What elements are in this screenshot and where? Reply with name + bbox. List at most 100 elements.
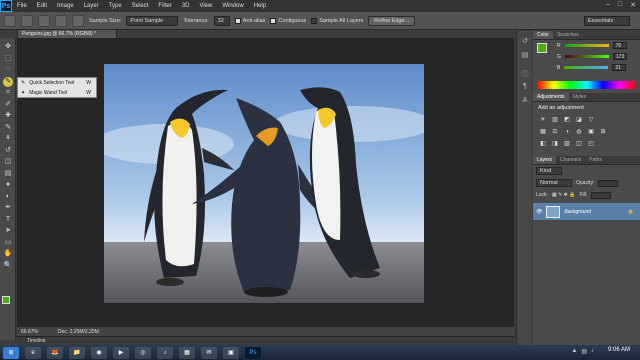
blue-slider[interactable] bbox=[564, 66, 609, 69]
type-icon[interactable]: T bbox=[3, 215, 13, 225]
mail-icon[interactable]: ✉ bbox=[201, 346, 217, 359]
menu-layer[interactable]: Layer bbox=[79, 3, 104, 9]
menu-window[interactable]: Window bbox=[217, 3, 248, 9]
tab-adjustments[interactable]: Adjustments bbox=[533, 93, 569, 101]
color-spectrum-bar[interactable] bbox=[537, 81, 636, 89]
exposure-icon[interactable]: ◪ bbox=[575, 116, 583, 124]
photoshop-logo[interactable]: Ps bbox=[0, 0, 12, 12]
hand-icon[interactable]: ✋ bbox=[3, 249, 13, 259]
invert-icon[interactable]: ◧ bbox=[539, 140, 547, 148]
quick-selection-icon[interactable]: ✎ bbox=[3, 76, 13, 87]
green-value[interactable]: 173 bbox=[612, 53, 627, 60]
blend-mode-select[interactable]: Normal bbox=[536, 179, 572, 187]
history-brush-icon[interactable]: ↺ bbox=[3, 146, 13, 156]
explorer-icon[interactable]: 📁 bbox=[69, 346, 85, 359]
brightness-icon[interactable]: ☀ bbox=[539, 116, 547, 124]
workspace-select[interactable]: Essentials bbox=[584, 16, 630, 26]
zoom-icon[interactable]: 🔍 bbox=[3, 261, 13, 271]
maximize-button[interactable]: □ bbox=[618, 1, 622, 9]
volume-icon[interactable]: ♪ bbox=[591, 348, 594, 355]
character-icon[interactable]: A bbox=[520, 97, 530, 107]
menu-3d[interactable]: 3D bbox=[177, 3, 195, 9]
gradient-icon[interactable]: ▤ bbox=[3, 169, 13, 179]
sample-size-select[interactable]: Point Sample bbox=[126, 15, 179, 26]
media-player-icon[interactable]: ▶ bbox=[113, 346, 129, 359]
brush-icon[interactable]: ✎ bbox=[3, 123, 13, 133]
minimize-button[interactable]: – bbox=[606, 1, 610, 9]
menu-file[interactable]: File bbox=[12, 3, 32, 9]
music-icon[interactable]: ♪ bbox=[157, 346, 173, 359]
firefox-icon[interactable]: 🦊 bbox=[47, 346, 63, 359]
network-icon[interactable]: ▤ bbox=[581, 348, 587, 355]
zoom-level[interactable]: 66.67% bbox=[21, 329, 38, 335]
refine-edge-button[interactable]: Refine Edge... bbox=[368, 15, 416, 26]
vibrance-icon[interactable]: ▽ bbox=[587, 116, 595, 124]
green-slider[interactable] bbox=[564, 55, 609, 58]
blue-value[interactable]: 21 bbox=[612, 64, 627, 71]
black-white-icon[interactable]: ◑ bbox=[563, 128, 571, 136]
layer-row-background[interactable]: 👁 Background 🔒 bbox=[533, 203, 640, 220]
move-icon[interactable]: ✥ bbox=[3, 42, 13, 52]
photoshop-taskbar-icon[interactable]: Ps bbox=[245, 346, 261, 359]
tab-styles[interactable]: Styles bbox=[569, 93, 591, 101]
crop-icon[interactable]: ⌗ bbox=[3, 88, 13, 98]
menu-type[interactable]: Type bbox=[104, 3, 127, 9]
photo-filter-icon[interactable]: ◍ bbox=[575, 128, 583, 136]
flyout-item-magic-wand[interactable]: ✦ Magic Wand Tool W bbox=[18, 88, 96, 98]
pen-icon[interactable]: ✒ bbox=[3, 203, 13, 213]
contiguous-checkbox[interactable]: Contiguous bbox=[270, 17, 306, 24]
new-selection-icon[interactable] bbox=[21, 14, 33, 27]
doc-size-info[interactable]: Doc: 2.25M/2.25M bbox=[58, 329, 99, 335]
shape-icon[interactable]: ▭ bbox=[3, 238, 13, 248]
channel-mixer-icon[interactable]: ▣ bbox=[587, 128, 595, 136]
anti-alias-checkbox[interactable]: Anti-alias bbox=[234, 17, 265, 24]
marquee-icon[interactable]: ⬚ bbox=[3, 54, 13, 64]
opacity-input[interactable] bbox=[598, 179, 619, 187]
blur-icon[interactable]: ● bbox=[3, 180, 13, 190]
subtract-selection-icon[interactable] bbox=[55, 14, 67, 27]
red-slider[interactable] bbox=[564, 44, 609, 47]
menu-edit[interactable]: Edit bbox=[32, 3, 52, 9]
app-icon[interactable]: ▣ bbox=[223, 346, 239, 359]
tab-swatches[interactable]: Swatches bbox=[553, 31, 583, 39]
start-button[interactable]: ⊞ bbox=[3, 346, 19, 359]
menu-select[interactable]: Select bbox=[127, 3, 154, 9]
stamp-icon[interactable]: ⚘ bbox=[3, 134, 13, 144]
tray-up-arrow-icon[interactable]: ▲ bbox=[571, 348, 577, 355]
tab-channels[interactable]: Channels bbox=[556, 156, 585, 164]
fg-color-chip[interactable] bbox=[537, 43, 547, 53]
app-icon[interactable]: ▦ bbox=[179, 346, 195, 359]
path-select-icon[interactable]: ➤ bbox=[3, 226, 13, 236]
tool-preset-icon[interactable] bbox=[4, 14, 16, 27]
lock-icons[interactable]: ▦ ✎ ✥ 🔒 bbox=[552, 192, 576, 198]
eyedropper-icon[interactable]: ✐ bbox=[3, 100, 13, 110]
menu-help[interactable]: Help bbox=[249, 3, 271, 9]
tolerance-input[interactable]: 32 bbox=[213, 15, 230, 26]
document-tab[interactable]: Penguins.jpg @ 66.7% (RGB/8) * bbox=[17, 29, 117, 38]
curves-icon[interactable]: ◩ bbox=[563, 116, 571, 124]
penguins-image[interactable] bbox=[104, 64, 424, 303]
info-icon[interactable]: ⓘ bbox=[520, 69, 530, 79]
color-balance-icon[interactable]: ⚖ bbox=[551, 128, 559, 136]
ie-icon[interactable]: e bbox=[25, 346, 41, 359]
taskbar-clock[interactable]: 9:06 AM bbox=[608, 347, 630, 353]
layer-kind-select[interactable]: Kind bbox=[536, 167, 562, 175]
close-button[interactable]: ✕ bbox=[630, 1, 636, 9]
tab-color[interactable]: Color bbox=[533, 31, 553, 39]
color-lookup-icon[interactable]: ⊞ bbox=[599, 128, 607, 136]
menu-filter[interactable]: Filter bbox=[153, 3, 176, 9]
timeline-panel-tab[interactable]: Timeline bbox=[17, 336, 514, 345]
lasso-icon[interactable]: ◌ bbox=[3, 65, 13, 75]
properties-icon[interactable]: ▤ bbox=[520, 51, 530, 61]
app-icon[interactable]: ◎ bbox=[135, 346, 151, 359]
tab-paths[interactable]: Paths bbox=[585, 156, 606, 164]
dodge-icon[interactable]: ◐ bbox=[3, 192, 13, 202]
tab-layers[interactable]: Layers bbox=[533, 156, 557, 164]
eraser-icon[interactable]: ◫ bbox=[3, 157, 13, 167]
flyout-item-quick-selection[interactable]: ✎ Quick Selection Tool W bbox=[18, 78, 96, 88]
menu-view[interactable]: View bbox=[194, 3, 217, 9]
add-selection-icon[interactable] bbox=[38, 14, 50, 27]
chrome-icon[interactable]: ◉ bbox=[91, 346, 107, 359]
threshold-icon[interactable]: ▨ bbox=[563, 140, 571, 148]
visibility-eye-icon[interactable]: 👁 bbox=[536, 209, 542, 215]
